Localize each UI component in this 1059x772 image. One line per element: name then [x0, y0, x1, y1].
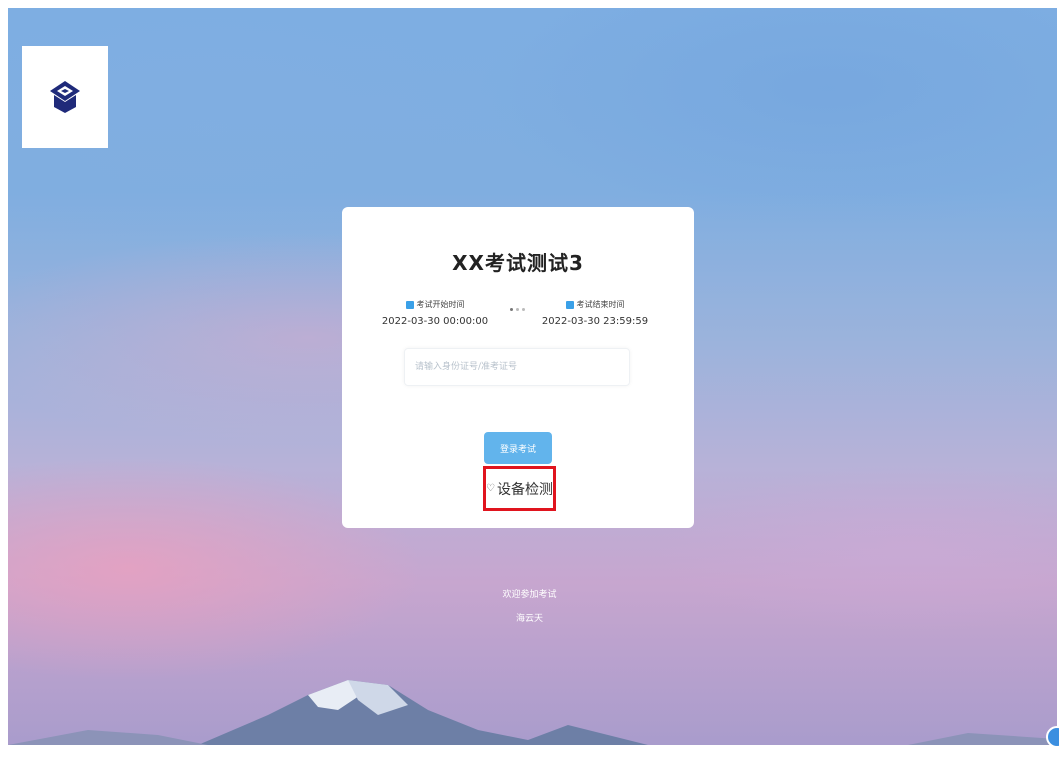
graduation-cap-logo-icon [50, 81, 80, 113]
end-time-value: 2022-03-30 23:59:59 [541, 316, 649, 327]
login-exam-button[interactable]: 登录考试 [484, 432, 552, 464]
device-check-label: 设备检测 [496, 481, 553, 498]
id-number-input[interactable] [413, 361, 629, 373]
calendar-icon [405, 300, 414, 309]
welcome-text: 欢迎参加考试 [502, 590, 557, 600]
separator-dots [510, 308, 525, 311]
start-time-label: 考试开始时间 [416, 300, 465, 309]
start-time-value: 2022-03-30 00:00:00 [381, 316, 489, 327]
exam-title: XX考试测试3 [452, 251, 584, 275]
exam-start-time: 考试开始时间 2022-03-30 00:00:00 [370, 299, 500, 327]
calendar-icon [565, 300, 574, 309]
logo [22, 46, 108, 148]
id-number-field-wrapper [404, 348, 630, 386]
mountain-image [8, 680, 1057, 745]
organization-name: 海云天 [515, 614, 543, 624]
exam-end-time: 考试结束时间 2022-03-30 23:59:59 [530, 299, 660, 327]
end-time-label: 考试结束时间 [576, 300, 625, 309]
device-check-link[interactable]: ♡ 设备检测 [483, 466, 556, 511]
login-card: XX考试测试3 考试开始时间 2022-03-30 00:00:00 考试结束时… [342, 207, 694, 528]
lightbulb-icon: ♡ [486, 483, 495, 494]
